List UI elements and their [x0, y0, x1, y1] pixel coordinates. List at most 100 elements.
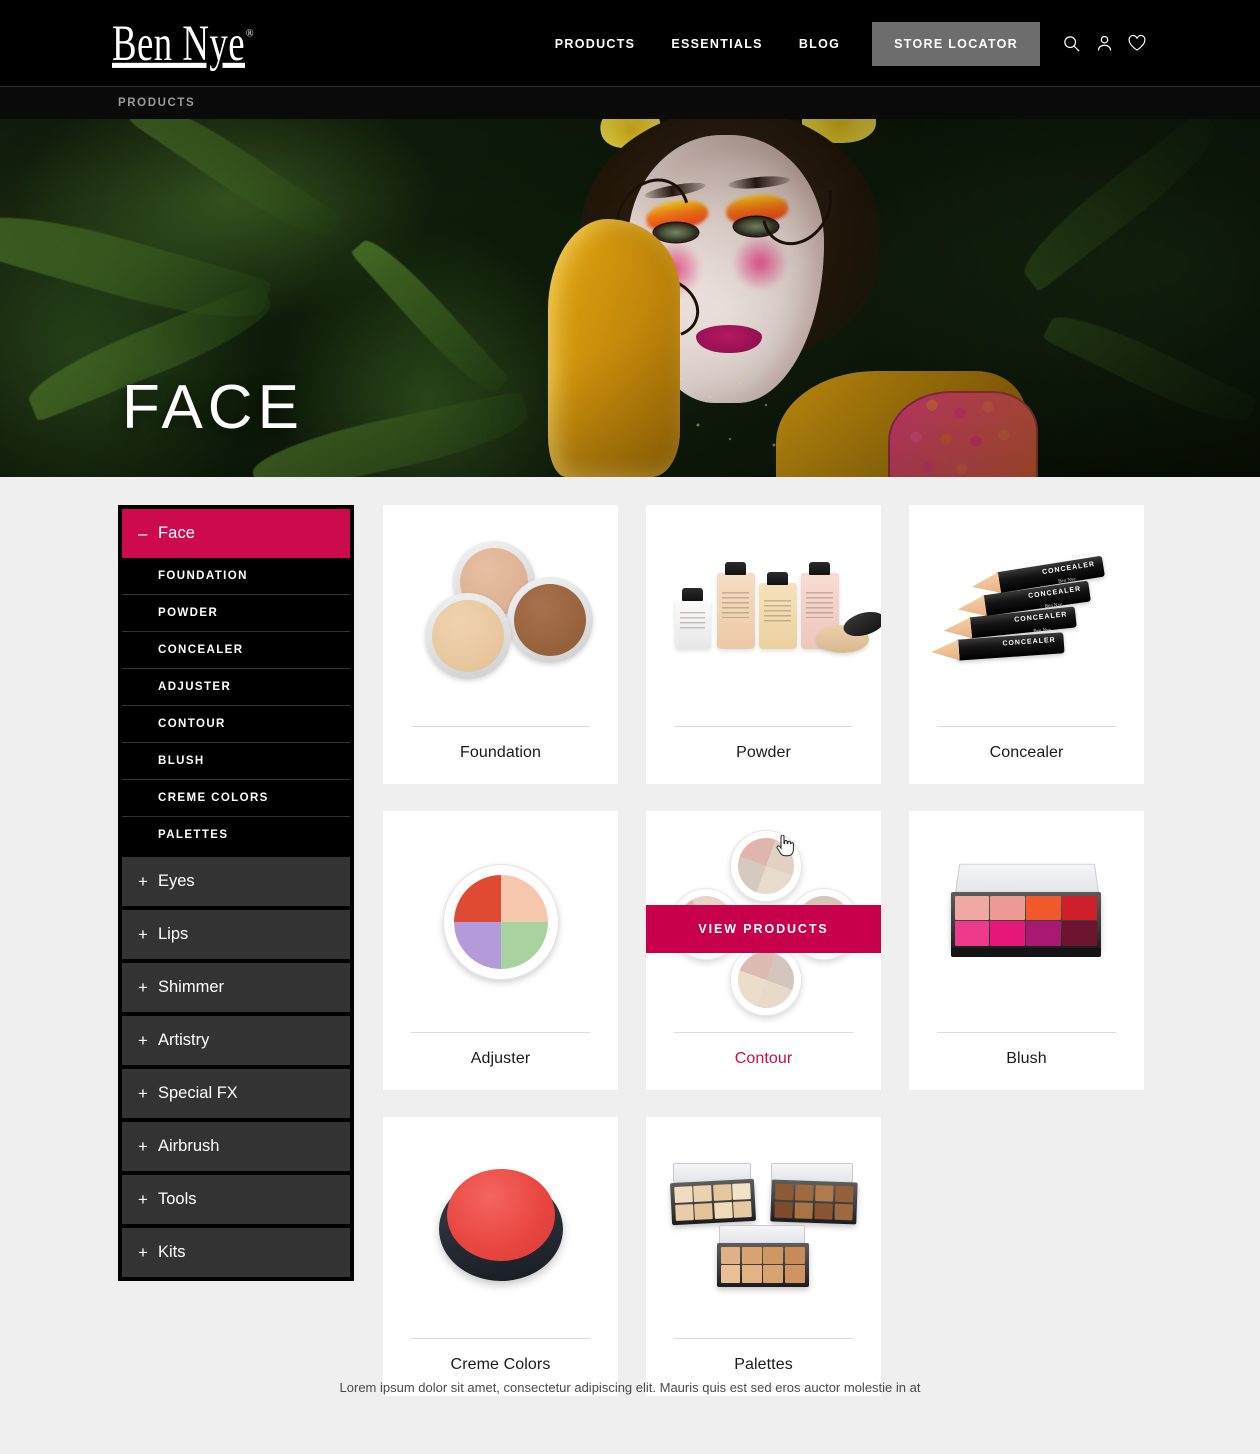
- brand-logo-text: Ben Nye: [112, 14, 246, 72]
- sidebar-category-label: Lips: [158, 925, 189, 943]
- minus-icon: –: [138, 524, 148, 543]
- product-image-creme-colors: [383, 1117, 618, 1338]
- palette-lid: [718, 1224, 805, 1245]
- powder-bottle: [716, 561, 755, 649]
- sidebar-category-label: Eyes: [158, 872, 195, 890]
- primary-navigation: PRODUCTS ESSENTIALS BLOG STORE LOCATOR: [537, 0, 1148, 87]
- product-image-powder: [646, 505, 881, 726]
- contour-wheel: [729, 943, 802, 1016]
- sidebar-category-label: Shimmer: [158, 978, 225, 996]
- plus-icon: +: [138, 1031, 148, 1050]
- blush-pan: [1062, 895, 1097, 920]
- sidebar-item-adjuster[interactable]: ADJUSTER: [122, 669, 350, 706]
- product-card-foundation[interactable]: Foundation: [383, 505, 618, 784]
- product-card-adjuster[interactable]: Adjuster: [383, 811, 618, 1090]
- sidebar-category-special-fx[interactable]: + Special FX: [122, 1065, 350, 1118]
- brand-logo[interactable]: Ben Nye®: [112, 17, 255, 69]
- hero-banner: FACE: [0, 119, 1260, 477]
- product-card-creme-colors[interactable]: Creme Colors: [383, 1117, 618, 1396]
- blush-pan: [954, 895, 989, 920]
- blush-pan: [1062, 921, 1097, 946]
- blush-pan: [990, 895, 1025, 920]
- site-header: Ben Nye® PRODUCTS ESSENTIALS BLOG STORE …: [0, 0, 1260, 87]
- product-card-label: Adjuster: [411, 1032, 590, 1090]
- product-image-contour: VIEW PRODUCTS: [646, 811, 881, 1032]
- nav-link-essentials[interactable]: ESSENTIALS: [653, 37, 781, 51]
- sidebar-category-lips[interactable]: + Lips: [122, 906, 350, 959]
- product-card-blush[interactable]: Blush: [909, 811, 1144, 1090]
- mouse-cursor-pointer: [776, 834, 794, 857]
- sidebar-category-airbrush[interactable]: + Airbrush: [122, 1118, 350, 1171]
- wishlist-heart-icon[interactable]: [1126, 33, 1148, 55]
- plus-icon: +: [138, 925, 148, 944]
- product-card-label: Foundation: [411, 726, 590, 784]
- blush-palette-base: [950, 891, 1101, 950]
- sidebar-category-shimmer[interactable]: + Shimmer: [122, 959, 350, 1012]
- product-grid: Foundation Powder Ben Nye CONCEALER Ben …: [383, 505, 1146, 1396]
- sidebar-category-label: Special FX: [158, 1084, 238, 1102]
- sidebar-category-artistry[interactable]: + Artistry: [122, 1012, 350, 1065]
- sidebar-item-creme-colors[interactable]: CREME COLORS: [122, 780, 350, 817]
- product-card-powder[interactable]: Powder: [646, 505, 881, 784]
- sidebar-item-concealer[interactable]: CONCEALER: [122, 632, 350, 669]
- sidebar-category-tools[interactable]: + Tools: [122, 1171, 350, 1224]
- sidebar-category-label: Tools: [158, 1190, 197, 1208]
- plus-icon: +: [138, 1190, 148, 1209]
- product-image-palettes: [646, 1117, 881, 1338]
- sidebar-category-eyes[interactable]: + Eyes: [122, 853, 350, 906]
- palette-deep: [769, 1179, 858, 1224]
- nav-link-blog[interactable]: BLOG: [781, 37, 858, 51]
- palette-light: [669, 1178, 756, 1225]
- plus-icon: +: [138, 1243, 148, 1262]
- sidebar-category-label: Face: [158, 524, 196, 542]
- product-card-label: Blush: [937, 1032, 1116, 1090]
- trademark-symbol: ®: [245, 27, 255, 40]
- blush-palette-edge: [950, 947, 1101, 957]
- breadcrumb: PRODUCTS: [0, 87, 1260, 119]
- blush-palette-lid: [954, 863, 1099, 895]
- blush-pan: [1026, 921, 1061, 946]
- blush-pan: [954, 921, 989, 946]
- foundation-pot: [424, 592, 511, 679]
- plus-icon: +: [138, 1084, 148, 1103]
- blush-pan: [990, 921, 1025, 946]
- product-card-contour[interactable]: VIEW PRODUCTS Contour: [646, 811, 881, 1090]
- sidebar-category-kits[interactable]: + Kits: [122, 1224, 350, 1277]
- sidebar-item-blush[interactable]: BLUSH: [122, 743, 350, 780]
- product-card-label: Concealer: [937, 726, 1116, 784]
- plus-icon: +: [138, 1137, 148, 1156]
- product-image-adjuster: [383, 811, 618, 1032]
- palette-medium: [716, 1242, 809, 1287]
- product-card-palettes[interactable]: Palettes: [646, 1117, 881, 1396]
- product-image-foundation: [383, 505, 618, 726]
- breadcrumb-item-products[interactable]: PRODUCTS: [118, 97, 195, 109]
- product-image-blush: [909, 811, 1144, 1032]
- search-icon[interactable]: [1060, 33, 1082, 55]
- sidebar-category-face[interactable]: – Face: [122, 509, 350, 558]
- blush-pan: [1026, 895, 1061, 920]
- product-card-concealer[interactable]: Ben Nye CONCEALER Ben Nye CONCEALER Ben Ny…: [909, 505, 1144, 784]
- page-title: FACE: [122, 373, 304, 442]
- sidebar-category-label: Kits: [158, 1243, 186, 1261]
- powder-bottle: [674, 587, 711, 649]
- sidebar-item-foundation[interactable]: FOUNDATION: [122, 558, 350, 595]
- view-products-overlay-button[interactable]: VIEW PRODUCTS: [646, 905, 881, 953]
- nav-link-products[interactable]: PRODUCTS: [537, 37, 654, 51]
- store-locator-button[interactable]: STORE LOCATOR: [872, 21, 1040, 66]
- sidebar-item-powder[interactable]: POWDER: [122, 595, 350, 632]
- product-card-label: Powder: [674, 726, 853, 784]
- category-sidebar: – Face FOUNDATION POWDER CONCEALER ADJUS…: [118, 505, 354, 1281]
- product-card-label: Contour: [674, 1032, 853, 1090]
- product-image-concealer: Ben Nye CONCEALER Ben Nye CONCEALER Ben Ny…: [909, 505, 1144, 726]
- creme-pot-fill: [446, 1168, 555, 1261]
- sidebar-category-label: Artistry: [158, 1031, 210, 1049]
- plus-icon: +: [138, 872, 148, 891]
- sidebar-item-palettes[interactable]: PALETTES: [122, 817, 350, 853]
- sidebar-item-contour[interactable]: CONTOUR: [122, 706, 350, 743]
- adjuster-wheel: [442, 863, 559, 980]
- sidebar-category-label: Airbrush: [158, 1137, 220, 1155]
- header-icon-group: [1060, 33, 1148, 55]
- main-content: – Face FOUNDATION POWDER CONCEALER ADJUS…: [0, 477, 1260, 1396]
- foundation-pot: [506, 576, 593, 663]
- account-icon[interactable]: [1093, 33, 1115, 55]
